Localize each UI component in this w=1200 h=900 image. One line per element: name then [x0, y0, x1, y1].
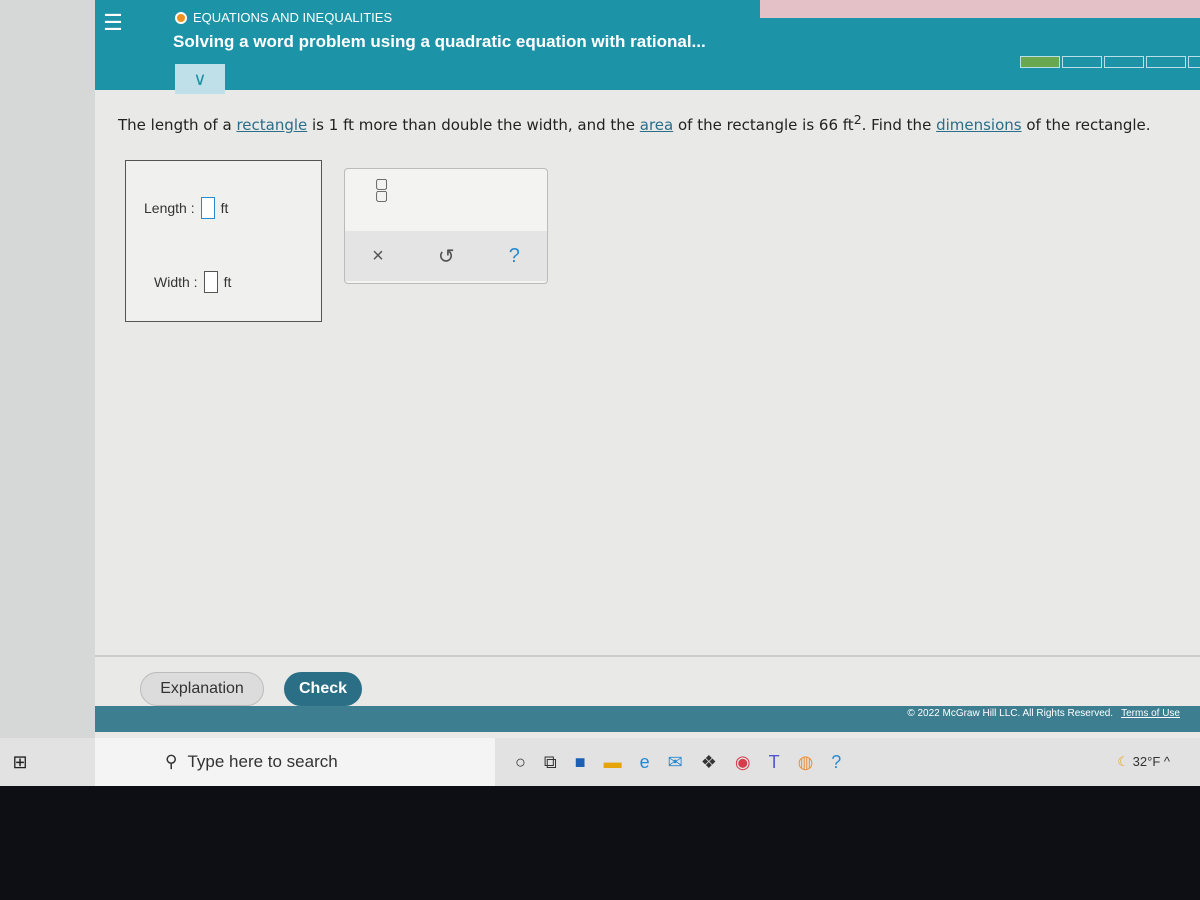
math-toolbar: ▢ ▢ × ↺ ? [344, 168, 548, 284]
page-title: Solving a word problem using a quadratic… [173, 32, 706, 51]
hamburger-menu-icon[interactable]: ☰ [98, 10, 128, 40]
answer-box: Length : ft Width : ft [125, 160, 322, 322]
length-input[interactable] [200, 197, 215, 219]
windows-start-icon[interactable]: ⊞ [0, 752, 40, 773]
explanation-button[interactable]: Explanation [140, 672, 264, 706]
check-button[interactable]: Check [284, 672, 362, 706]
link-dimensions[interactable]: dimensions [936, 116, 1022, 134]
help-app-icon[interactable]: ? [831, 752, 841, 773]
length-unit: ft [220, 200, 229, 216]
link-rectangle[interactable]: rectangle [236, 116, 307, 134]
app-icon[interactable]: ◍ [798, 752, 814, 773]
browser-strip [760, 0, 1200, 18]
left-margin [0, 0, 95, 740]
status-dot-icon [175, 11, 187, 24]
search-icon: ⚲ [165, 752, 178, 771]
fraction-button[interactable]: ▢ ▢ [375, 176, 388, 202]
progress-bar [1020, 56, 1200, 68]
office-icon[interactable]: ◉ [735, 752, 751, 773]
file-explorer-icon[interactable]: ▬ [604, 752, 622, 773]
chevron-down-icon[interactable]: ∨ [175, 64, 225, 94]
help-button[interactable]: ? [509, 245, 520, 268]
cortana-icon[interactable]: ○ [515, 752, 526, 773]
screen: ☰ EQUATIONS AND INEQUALITIES Solving a w… [0, 0, 1200, 786]
link-area[interactable]: area [640, 116, 673, 134]
store-icon[interactable]: ■ [575, 752, 586, 773]
weather[interactable]: ☾ 32°F ^ [1117, 754, 1170, 770]
topic-breadcrumb: EQUATIONS AND INEQUALITIES [175, 10, 392, 25]
task-view-icon[interactable]: ⧉ [544, 752, 557, 773]
width-unit: ft [223, 274, 232, 290]
undo-button[interactable]: ↺ [438, 244, 455, 269]
edge-icon[interactable]: e [640, 752, 650, 773]
mail-icon[interactable]: ✉ [668, 752, 683, 773]
question-text: The length of a rectangle is 1 ft more t… [118, 112, 1151, 134]
copyright: © 2022 McGraw Hill LLC. All Rights Reser… [907, 708, 1114, 719]
footer: © 2022 McGraw Hill LLC. All Rights Reser… [95, 706, 1200, 732]
temperature: 32°F [1132, 754, 1161, 769]
dropbox-icon[interactable]: ❖ [701, 752, 717, 773]
width-input[interactable] [203, 271, 218, 293]
width-label: Width : [154, 274, 198, 290]
search-placeholder: Type here to search [187, 752, 338, 771]
length-label: Length : [144, 200, 195, 216]
teams-icon[interactable]: T [769, 752, 780, 773]
taskbar: ⊞ ⚲ Type here to search ○ ⧉ ■ ▬ e ✉ ❖ ◉ T… [0, 738, 1200, 786]
terms-link[interactable]: Terms of Use [1121, 708, 1180, 719]
taskbar-search[interactable]: ⚲ Type here to search [95, 738, 495, 786]
topic-category: EQUATIONS AND INEQUALITIES [193, 10, 393, 25]
moon-icon: ☾ [1117, 754, 1130, 769]
clear-button[interactable]: × [372, 245, 384, 268]
